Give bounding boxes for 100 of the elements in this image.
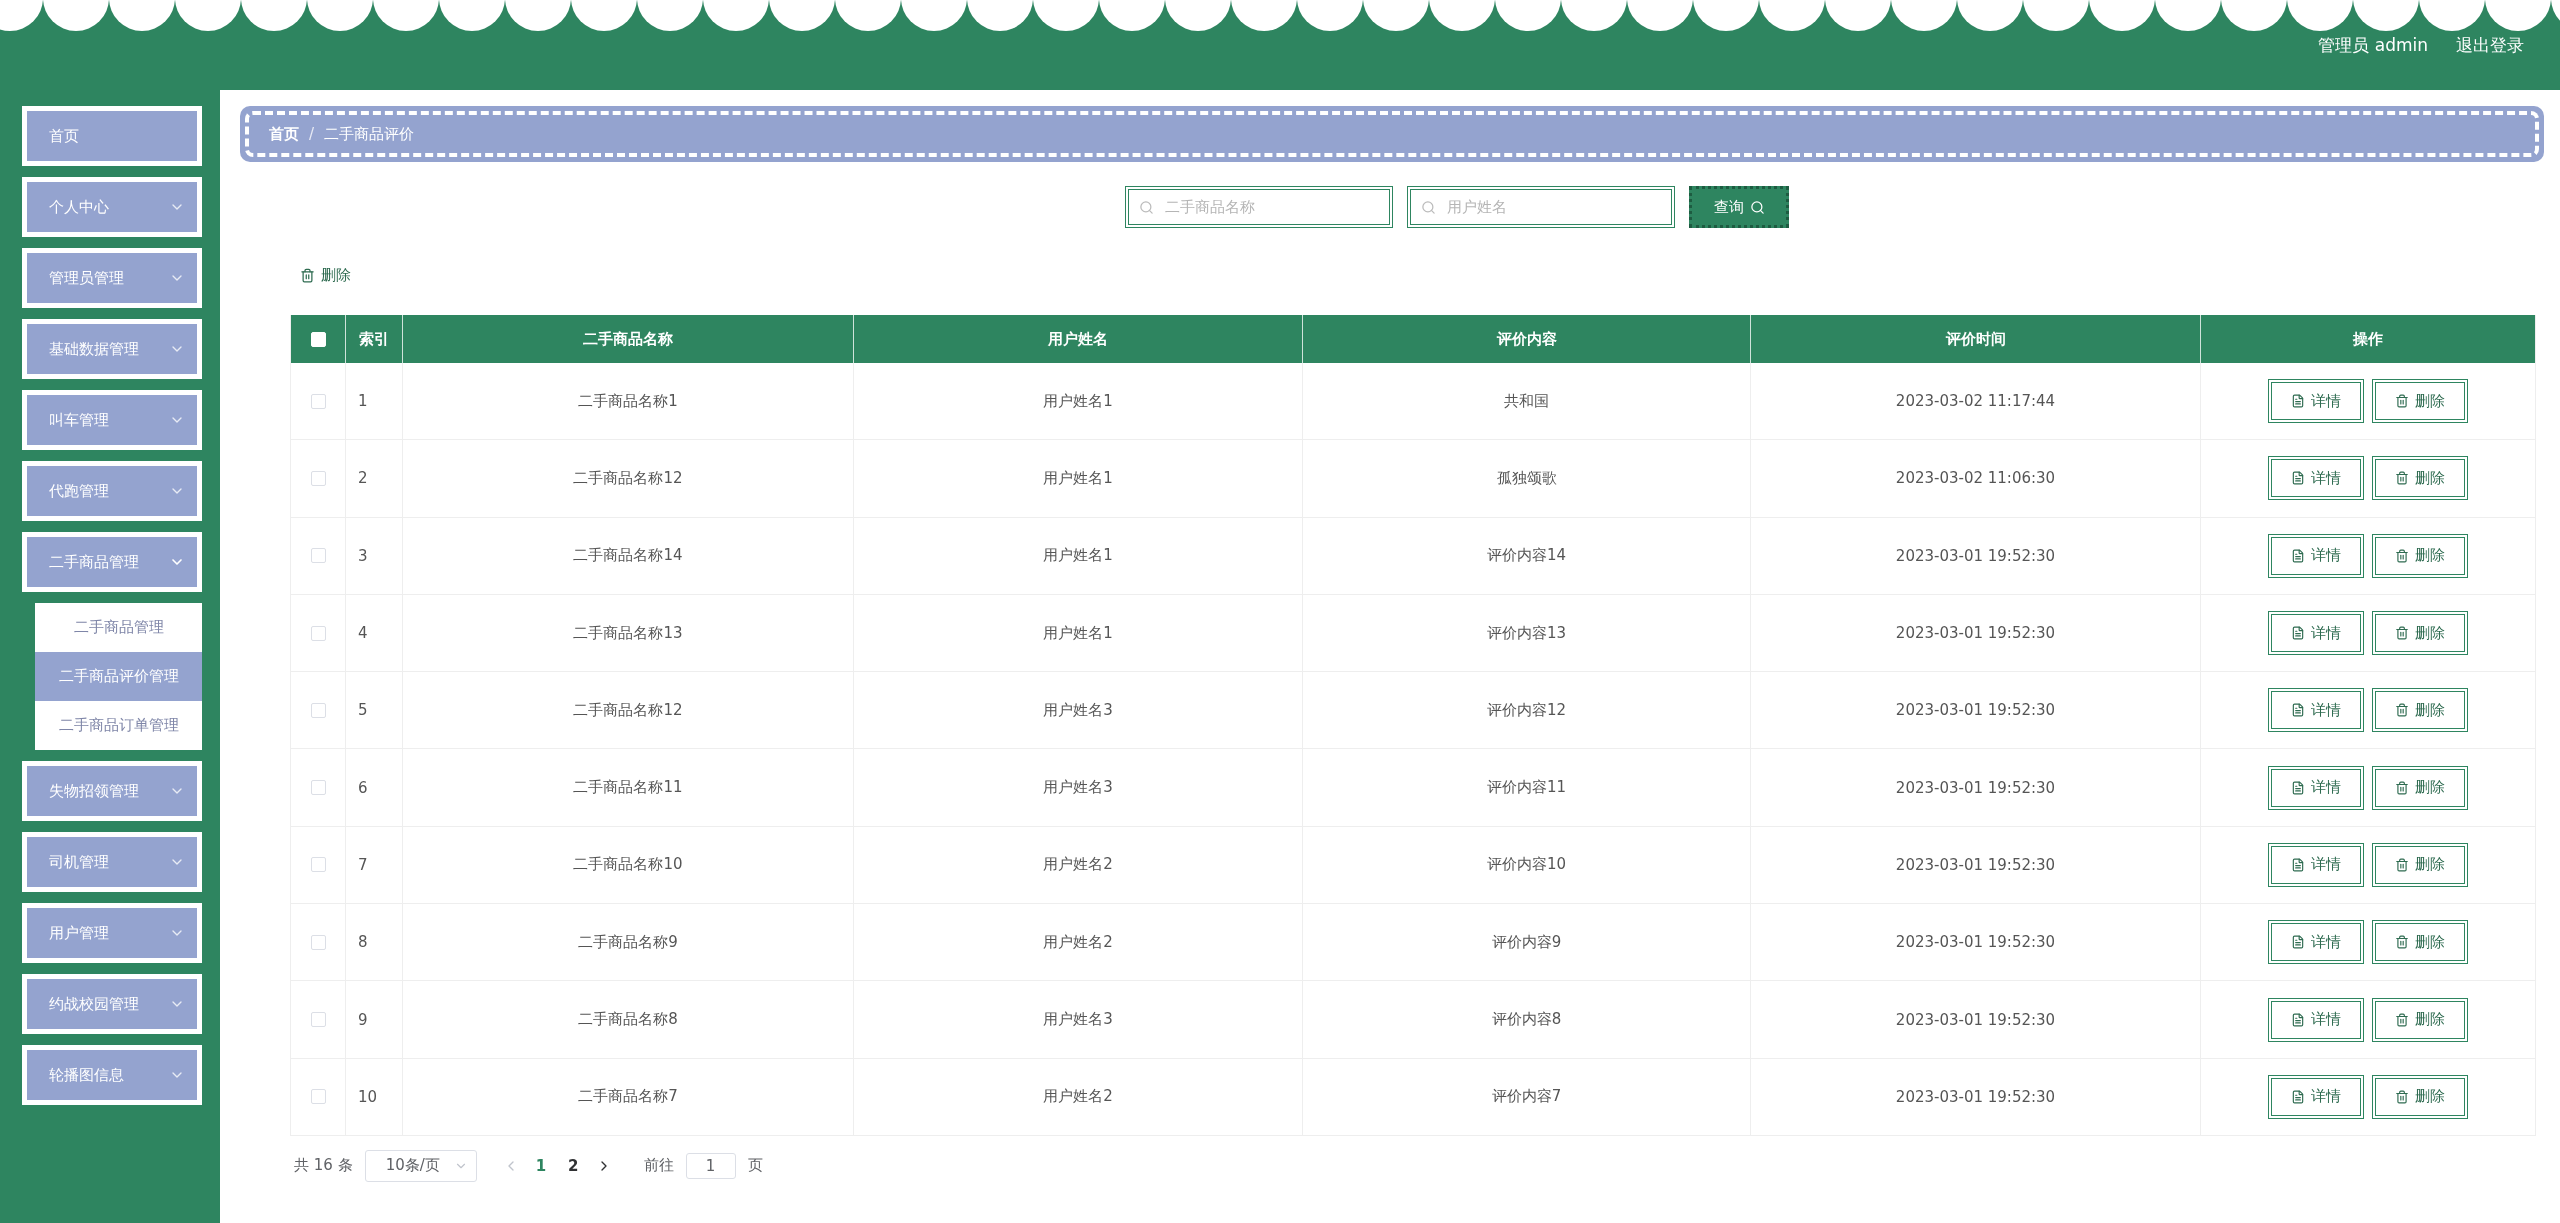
page-size-select[interactable]: 10条/页	[364, 1149, 477, 1182]
details-button[interactable]: 详情	[2268, 611, 2364, 656]
table-cell: 评价内容10	[1303, 826, 1751, 904]
row-checkbox[interactable]	[310, 470, 326, 486]
details-button[interactable]: 详情	[2268, 997, 2364, 1042]
trash-icon	[300, 268, 315, 283]
delete-button[interactable]: 删除	[2372, 379, 2468, 424]
delete-button[interactable]: 删除	[2372, 688, 2468, 733]
row-checkbox[interactable]	[310, 548, 326, 564]
document-icon	[2291, 703, 2305, 718]
table-cell: 评价内容7	[1303, 1058, 1751, 1135]
row-checkbox[interactable]	[310, 1012, 326, 1027]
table-cell: 2023-03-01 19:52:30	[1751, 594, 2201, 672]
table-cell: 评价内容11	[1303, 749, 1751, 826]
table-cell: 二手商品名称8	[403, 981, 854, 1058]
table-cell: 2023-03-01 19:52:30	[1751, 672, 2201, 749]
admin-user-label: 管理员 admin	[2318, 33, 2428, 57]
page-number[interactable]: 2	[563, 1156, 584, 1175]
breadcrumb-item: 二手商品评价	[324, 124, 415, 144]
query-button[interactable]: 查询	[1689, 186, 1789, 228]
table-cell: 二手商品名称14	[403, 517, 854, 594]
row-checkbox[interactable]	[310, 625, 326, 641]
trash-icon	[2395, 548, 2409, 563]
logout-link[interactable]: 退出登录	[2456, 33, 2524, 57]
table-cell: 二手商品名称10	[403, 826, 854, 904]
delete-button[interactable]: 删除	[2372, 1074, 2468, 1119]
details-button[interactable]: 详情	[2268, 688, 2364, 733]
table-cell: 评价内容9	[1303, 904, 1751, 981]
table-cell: 二手商品名称13	[403, 594, 854, 672]
table-cell: 评价内容12	[1303, 672, 1751, 749]
search-field[interactable]: 二手商品名称	[1125, 186, 1393, 228]
table-cell: 用户姓名2	[854, 904, 1303, 981]
table-cell: 评价内容8	[1303, 981, 1751, 1058]
details-button[interactable]: 详情	[2268, 1074, 2364, 1119]
details-button[interactable]: 详情	[2268, 842, 2364, 887]
document-icon	[2291, 780, 2305, 795]
details-button[interactable]: 详情	[2268, 765, 2364, 810]
table-cell: 5	[346, 672, 403, 749]
row-checkbox[interactable]	[310, 393, 326, 409]
document-icon	[2291, 471, 2305, 486]
table-cell: 用户姓名1	[854, 517, 1303, 594]
delete-selected-button[interactable]: 删除	[300, 266, 351, 285]
table-cell: 评价内容13	[1303, 594, 1751, 672]
table-cell: 2023-03-01 19:52:30	[1751, 826, 2201, 904]
delete-button[interactable]: 删除	[2372, 611, 2468, 656]
column-header: 评价内容	[1303, 315, 1751, 363]
table-cell: 2023-03-02 11:17:44	[1751, 363, 2201, 440]
page-number[interactable]: 1	[530, 1156, 552, 1175]
table-cell: 用户姓名3	[854, 749, 1303, 826]
trash-icon	[2395, 857, 2409, 872]
table-cell: 2023-03-01 19:52:30	[1751, 517, 2201, 594]
trash-icon	[2395, 703, 2409, 718]
document-icon	[2291, 548, 2305, 563]
document-icon	[2291, 1012, 2305, 1027]
row-checkbox[interactable]	[310, 1089, 326, 1105]
details-button[interactable]: 详情	[2268, 379, 2364, 424]
table-cell: 2023-03-01 19:52:30	[1751, 904, 2201, 981]
row-checkbox[interactable]	[310, 702, 326, 718]
table-cell: 评价内容14	[1303, 517, 1751, 594]
table-cell: 6	[346, 749, 403, 826]
table-cell: 用户姓名3	[854, 672, 1303, 749]
row-checkbox[interactable]	[310, 934, 326, 950]
details-button[interactable]: 详情	[2268, 456, 2364, 501]
table-cell: 用户姓名1	[854, 594, 1303, 672]
delete-button[interactable]: 删除	[2372, 842, 2468, 887]
column-header: 操作	[2352, 328, 2384, 350]
document-icon	[2291, 626, 2305, 641]
delete-button[interactable]: 删除	[2372, 533, 2468, 578]
table-cell: 10	[346, 1058, 403, 1135]
search-field[interactable]: 用户姓名	[1407, 186, 1675, 228]
delete-button[interactable]: 删除	[2372, 765, 2468, 810]
table-cell: 用户姓名2	[854, 1058, 1303, 1135]
table-cell: 2023-03-01 19:52:30	[1751, 981, 2201, 1058]
column-header: 用户姓名	[854, 315, 1303, 363]
table-cell: 2023-03-02 11:06:30	[1751, 440, 2201, 517]
table-cell: 9	[346, 981, 403, 1058]
details-button[interactable]: 详情	[2268, 920, 2364, 965]
trash-icon	[2395, 394, 2409, 409]
select-all-checkbox[interactable]	[310, 331, 326, 347]
table-cell: 孤独颂歌	[1303, 440, 1751, 517]
goto-page-field[interactable]: 1	[685, 1152, 736, 1179]
delete-button[interactable]: 删除	[2372, 920, 2468, 965]
column-header: 二手商品名称	[403, 315, 854, 363]
row-checkbox[interactable]	[310, 780, 326, 796]
trash-icon	[2395, 1012, 2409, 1027]
document-icon	[2291, 857, 2305, 872]
table-cell: 二手商品名称7	[403, 1058, 854, 1135]
table-cell: 4	[346, 594, 403, 672]
delete-button[interactable]: 删除	[2372, 456, 2468, 501]
details-button[interactable]: 详情	[2268, 533, 2364, 578]
row-checkbox[interactable]	[310, 857, 326, 873]
table-cell: 2023-03-01 19:52:30	[1751, 749, 2201, 826]
trash-icon	[2395, 935, 2409, 950]
table-cell: 二手商品名称1	[403, 363, 854, 440]
trash-icon	[2395, 471, 2409, 486]
table-cell: 二手商品名称11	[403, 749, 854, 826]
table-cell: 用户姓名2	[854, 826, 1303, 904]
table-cell: 2023-03-01 19:52:30	[1751, 1058, 2201, 1135]
delete-button[interactable]: 删除	[2372, 997, 2468, 1042]
column-header: 索引	[346, 315, 403, 363]
